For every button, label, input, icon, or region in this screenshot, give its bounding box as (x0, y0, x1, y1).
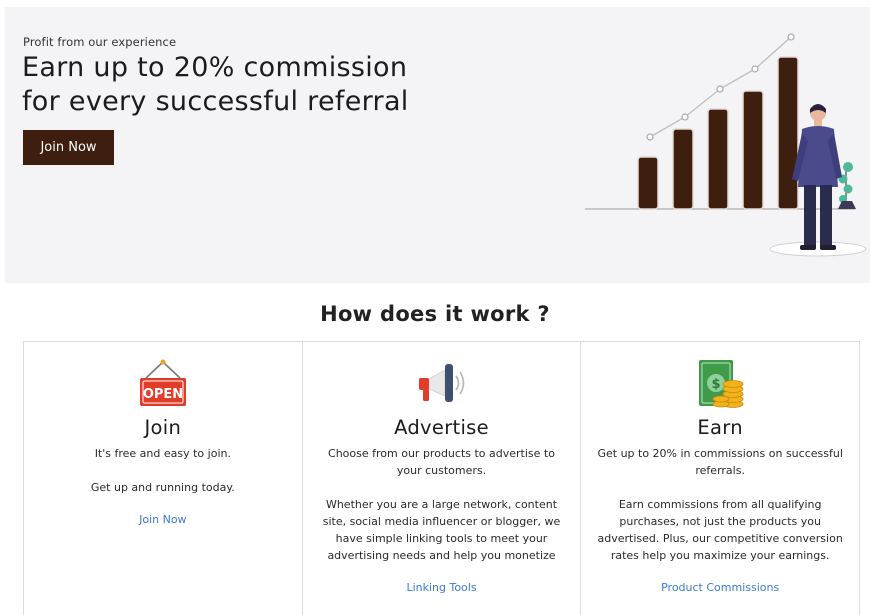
hero-title-line-2: for every successful referral (22, 86, 409, 117)
card-advertise-link[interactable]: Linking Tools (406, 581, 476, 594)
hero-eyebrow: Profit from our experience (23, 35, 177, 49)
card-advertise-paragraph-1: Choose from our products to advertise to… (328, 447, 555, 477)
hero-title: Earn up to 20% commission for every succ… (22, 51, 482, 119)
svg-text:OPEN: OPEN (143, 387, 183, 402)
card-join-paragraph-1: It's free and easy to join. (94, 447, 231, 460)
card-earn: $ Earn Get up to 20% in commissions on s… (581, 342, 859, 615)
hero-banner: Profit from our experience Earn up to 20… (5, 7, 870, 283)
card-join-text: It's free and easy to join. Get up and r… (38, 445, 288, 513)
growth-chart-illustration (585, 33, 867, 257)
money-coins-icon: $ (699, 360, 744, 408)
svg-text:$: $ (712, 377, 721, 392)
card-earn-paragraph-2: Earn commissions from all qualifying pur… (597, 498, 843, 562)
how-it-works-cards: OPEN Join It's free and easy to join. Ge… (23, 341, 860, 615)
card-advertise-paragraph-2: Whether you are a large network, content… (322, 498, 561, 562)
card-join-title: Join (144, 416, 182, 439)
card-earn-paragraph-1: Get up to 20% in commissions on successf… (597, 447, 843, 477)
card-advertise-title: Advertise (394, 416, 489, 439)
card-join-paragraph-2: Get up and running today. (90, 481, 235, 494)
hero-title-line-1: Earn up to 20% commission (22, 52, 408, 83)
card-join-link[interactable]: Join Now (139, 513, 186, 526)
open-sign-icon: OPEN (139, 359, 186, 406)
card-advertise-text: Choose from our products to advertise to… (317, 445, 567, 581)
card-earn-title: Earn (697, 416, 743, 439)
how-it-works-title: How does it work ? (320, 302, 550, 326)
card-join: OPEN Join It's free and easy to join. Ge… (24, 342, 303, 615)
card-advertise: Advertise Choose from our products to ad… (303, 342, 582, 615)
card-earn-link[interactable]: Product Commissions (661, 581, 779, 594)
join-now-button[interactable]: Join Now (23, 130, 114, 165)
megaphone-icon (418, 364, 464, 402)
card-earn-text: Get up to 20% in commissions on successf… (595, 445, 845, 581)
